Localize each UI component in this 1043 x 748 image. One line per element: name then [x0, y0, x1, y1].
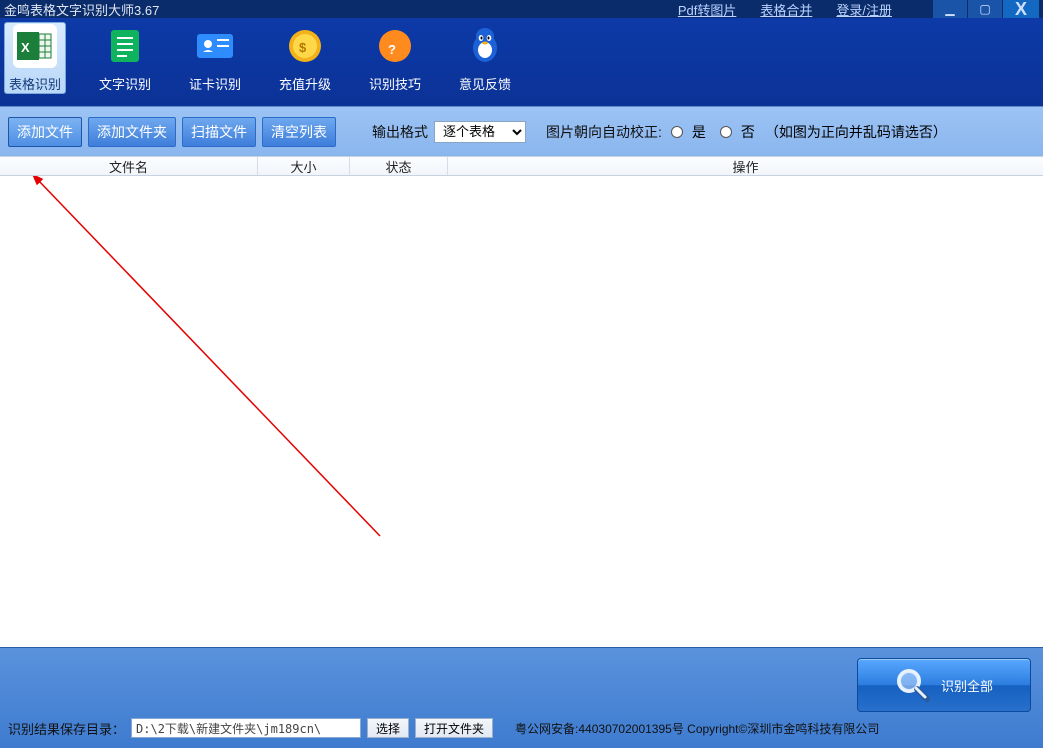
- qq-icon: [463, 24, 507, 68]
- tab-feedback[interactable]: 意见反馈: [454, 22, 516, 93]
- tab-label: 意见反馈: [459, 74, 511, 93]
- radio-yes-label: 是: [692, 122, 706, 142]
- col-action: 操作: [448, 157, 1043, 175]
- svg-text:?: ?: [388, 42, 396, 57]
- tab-label: 文字识别: [99, 74, 151, 93]
- auto-rotate-label: 图片朝向自动校正:: [546, 122, 662, 142]
- titlebar: 金鸣表格文字识别大师3.67 Pdf转图片 表格合并 登录/注册 ▁ ▢ X: [0, 0, 1043, 18]
- add-file-button[interactable]: 添加文件: [8, 117, 82, 147]
- col-size: 大小: [258, 157, 350, 175]
- radio-yes[interactable]: [671, 126, 683, 138]
- tab-label: 证卡识别: [189, 74, 241, 93]
- link-pdf-to-image[interactable]: Pdf转图片: [678, 0, 737, 19]
- footer-line: 识别结果保存目录： 选择 打开文件夹 粤公网安备:44030702001395号…: [8, 718, 1035, 738]
- tab-label: 识别技巧: [369, 74, 421, 93]
- tab-label: 表格识别: [9, 74, 61, 93]
- clear-list-button[interactable]: 清空列表: [262, 117, 336, 147]
- radio-no[interactable]: [720, 126, 732, 138]
- tab-idcard-ocr[interactable]: 证卡识别: [184, 22, 246, 93]
- minimize-button[interactable]: ▁: [933, 0, 967, 18]
- add-folder-button[interactable]: 添加文件夹: [88, 117, 176, 147]
- table-header: 文件名 大小 状态 操作: [0, 156, 1043, 176]
- col-status: 状态: [350, 157, 448, 175]
- save-dir-label: 识别结果保存目录：: [8, 719, 125, 738]
- file-list-area: [0, 176, 1043, 647]
- output-format-select[interactable]: 逐个表格: [434, 121, 526, 143]
- recognize-all-button[interactable]: 识别全部: [857, 658, 1031, 712]
- magnifier-icon: [895, 667, 931, 703]
- tab-recharge[interactable]: $ 充值升级: [274, 22, 336, 93]
- choose-dir-button[interactable]: 选择: [367, 718, 409, 738]
- app-title: 金鸣表格文字识别大师3.67: [4, 0, 159, 19]
- tab-label: 充值升级: [279, 74, 331, 93]
- link-login-register[interactable]: 登录/注册: [836, 0, 892, 19]
- open-dir-button[interactable]: 打开文件夹: [415, 718, 493, 738]
- col-filename: 文件名: [0, 157, 258, 175]
- doc-icon: [103, 24, 147, 68]
- tab-tips[interactable]: ? 识别技巧: [364, 22, 426, 93]
- svg-text:X: X: [21, 40, 30, 55]
- recognize-all-label: 识别全部: [941, 676, 993, 695]
- action-bar: 添加文件 添加文件夹 扫描文件 清空列表 输出格式 逐个表格 图片朝向自动校正:…: [0, 106, 1043, 156]
- idcard-icon: [193, 24, 237, 68]
- maximize-button[interactable]: ▢: [968, 0, 1002, 18]
- svg-text:$: $: [299, 40, 307, 55]
- close-button[interactable]: X: [1003, 0, 1039, 18]
- output-format-label: 输出格式: [372, 122, 428, 142]
- radio-no-label: 否: [741, 122, 755, 142]
- main-toolbar: X 表格识别 文字识别 证卡识别 $ 充值升级 ? 识别技巧 意见反馈: [0, 18, 1043, 106]
- save-dir-input[interactable]: [131, 718, 361, 738]
- auto-rotate-note: （如图为正向并乱码请选否）: [765, 122, 947, 142]
- tab-table-ocr[interactable]: X 表格识别: [4, 22, 66, 94]
- tab-text-ocr[interactable]: 文字识别: [94, 22, 156, 93]
- annotation-arrow: [0, 176, 400, 576]
- link-merge-table[interactable]: 表格合并: [760, 0, 812, 19]
- bottom-panel: 识别全部 识别结果保存目录： 选择 打开文件夹 粤公网安备:4403070200…: [0, 647, 1043, 748]
- question-icon: ?: [373, 24, 417, 68]
- coin-icon: $: [283, 24, 327, 68]
- excel-icon: X: [13, 24, 57, 68]
- scan-file-button[interactable]: 扫描文件: [182, 117, 256, 147]
- copyright-text: 粤公网安备:44030702001395号 Copyright©深圳市金鸣科技有…: [515, 720, 879, 737]
